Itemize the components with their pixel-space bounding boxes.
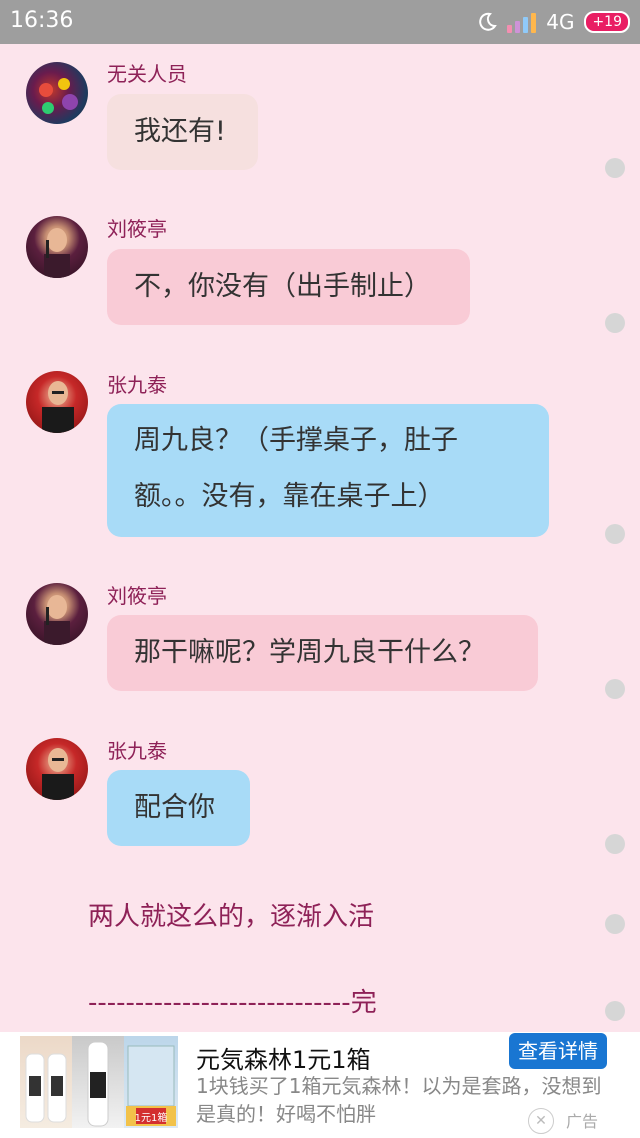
avatar-image	[39, 78, 78, 114]
sender-name: 刘筱亭	[107, 217, 167, 241]
ad-product-image[interactable]	[72, 1036, 124, 1128]
network-label: 4G	[546, 10, 575, 34]
ad-badge-text: 1元1箱	[135, 1111, 168, 1124]
message-bubble[interactable]: 配合你	[107, 770, 250, 846]
avatar-image	[42, 748, 74, 800]
ad-label: 广告	[566, 1112, 599, 1131]
avatar-liu[interactable]	[26, 583, 88, 645]
read-indicator	[605, 158, 625, 178]
avatar-image	[44, 595, 70, 645]
avatar-liu[interactable]	[26, 216, 88, 278]
message-bubble[interactable]: 那干嘛呢？学周九良干什么？	[107, 615, 538, 691]
narration-text: 两人就这么的，逐渐入活	[88, 902, 375, 932]
bottle-image	[25, 1053, 67, 1123]
view-details-button[interactable]: 查看详情	[509, 1033, 607, 1069]
avatar-zhang[interactable]	[26, 371, 88, 433]
avatar-bystander[interactable]	[26, 62, 88, 124]
sender-name: 无关人员	[107, 62, 187, 86]
ending-text: ----------------------------完	[88, 988, 377, 1018]
status-icons: 4G +19	[477, 8, 630, 36]
message-bubble[interactable]: 不，你没有（出手制止）	[107, 249, 470, 325]
ad-product-image[interactable]: 1元1箱	[124, 1036, 178, 1128]
ad-title[interactable]: 元気森林1元1箱	[196, 1040, 371, 1075]
chat-area[interactable]: 无关人员 我还有! 刘筱亭 不，你没有（出手制止） 张九泰 周九良？（手撑桌子，…	[0, 44, 640, 1032]
message-line: 周九良？（手撑桌子，肚子	[134, 425, 458, 456]
avatar-zhang[interactable]	[26, 738, 88, 800]
sender-name: 刘筱亭	[107, 584, 167, 608]
battery-icon: +19	[584, 11, 630, 33]
bottle-image: 1元1箱	[126, 1045, 176, 1126]
signal-icon	[507, 11, 537, 33]
close-icon[interactable]: ✕	[528, 1108, 554, 1134]
sender-name: 张九泰	[107, 739, 167, 763]
message-bubble[interactable]: 周九良？（手撑桌子，肚子 额。。没有，靠在桌子上）	[107, 404, 549, 537]
read-indicator	[605, 834, 625, 854]
sender-name: 张九泰	[107, 373, 167, 397]
read-indicator	[605, 524, 625, 544]
moon-icon	[479, 12, 498, 31]
ad-banner[interactable]: 1元1箱 元気森林1元1箱 1块钱买了1箱元気森林！以为是套路，没想到是真的！好…	[0, 1032, 640, 1138]
message-bubble[interactable]: 我还有!	[107, 94, 258, 170]
read-indicator	[605, 679, 625, 699]
status-time: 16:36	[10, 8, 74, 33]
avatar-image	[42, 381, 74, 433]
ad-product-image[interactable]	[20, 1036, 72, 1128]
avatar-image	[44, 228, 70, 278]
read-indicator	[605, 914, 625, 934]
bottle-image	[87, 1041, 109, 1127]
read-indicator	[605, 313, 625, 333]
read-indicator	[605, 1001, 625, 1021]
status-bar: 16:36 4G +19	[0, 0, 640, 44]
message-line: 额。。没有，靠在桌子上）	[134, 481, 445, 512]
